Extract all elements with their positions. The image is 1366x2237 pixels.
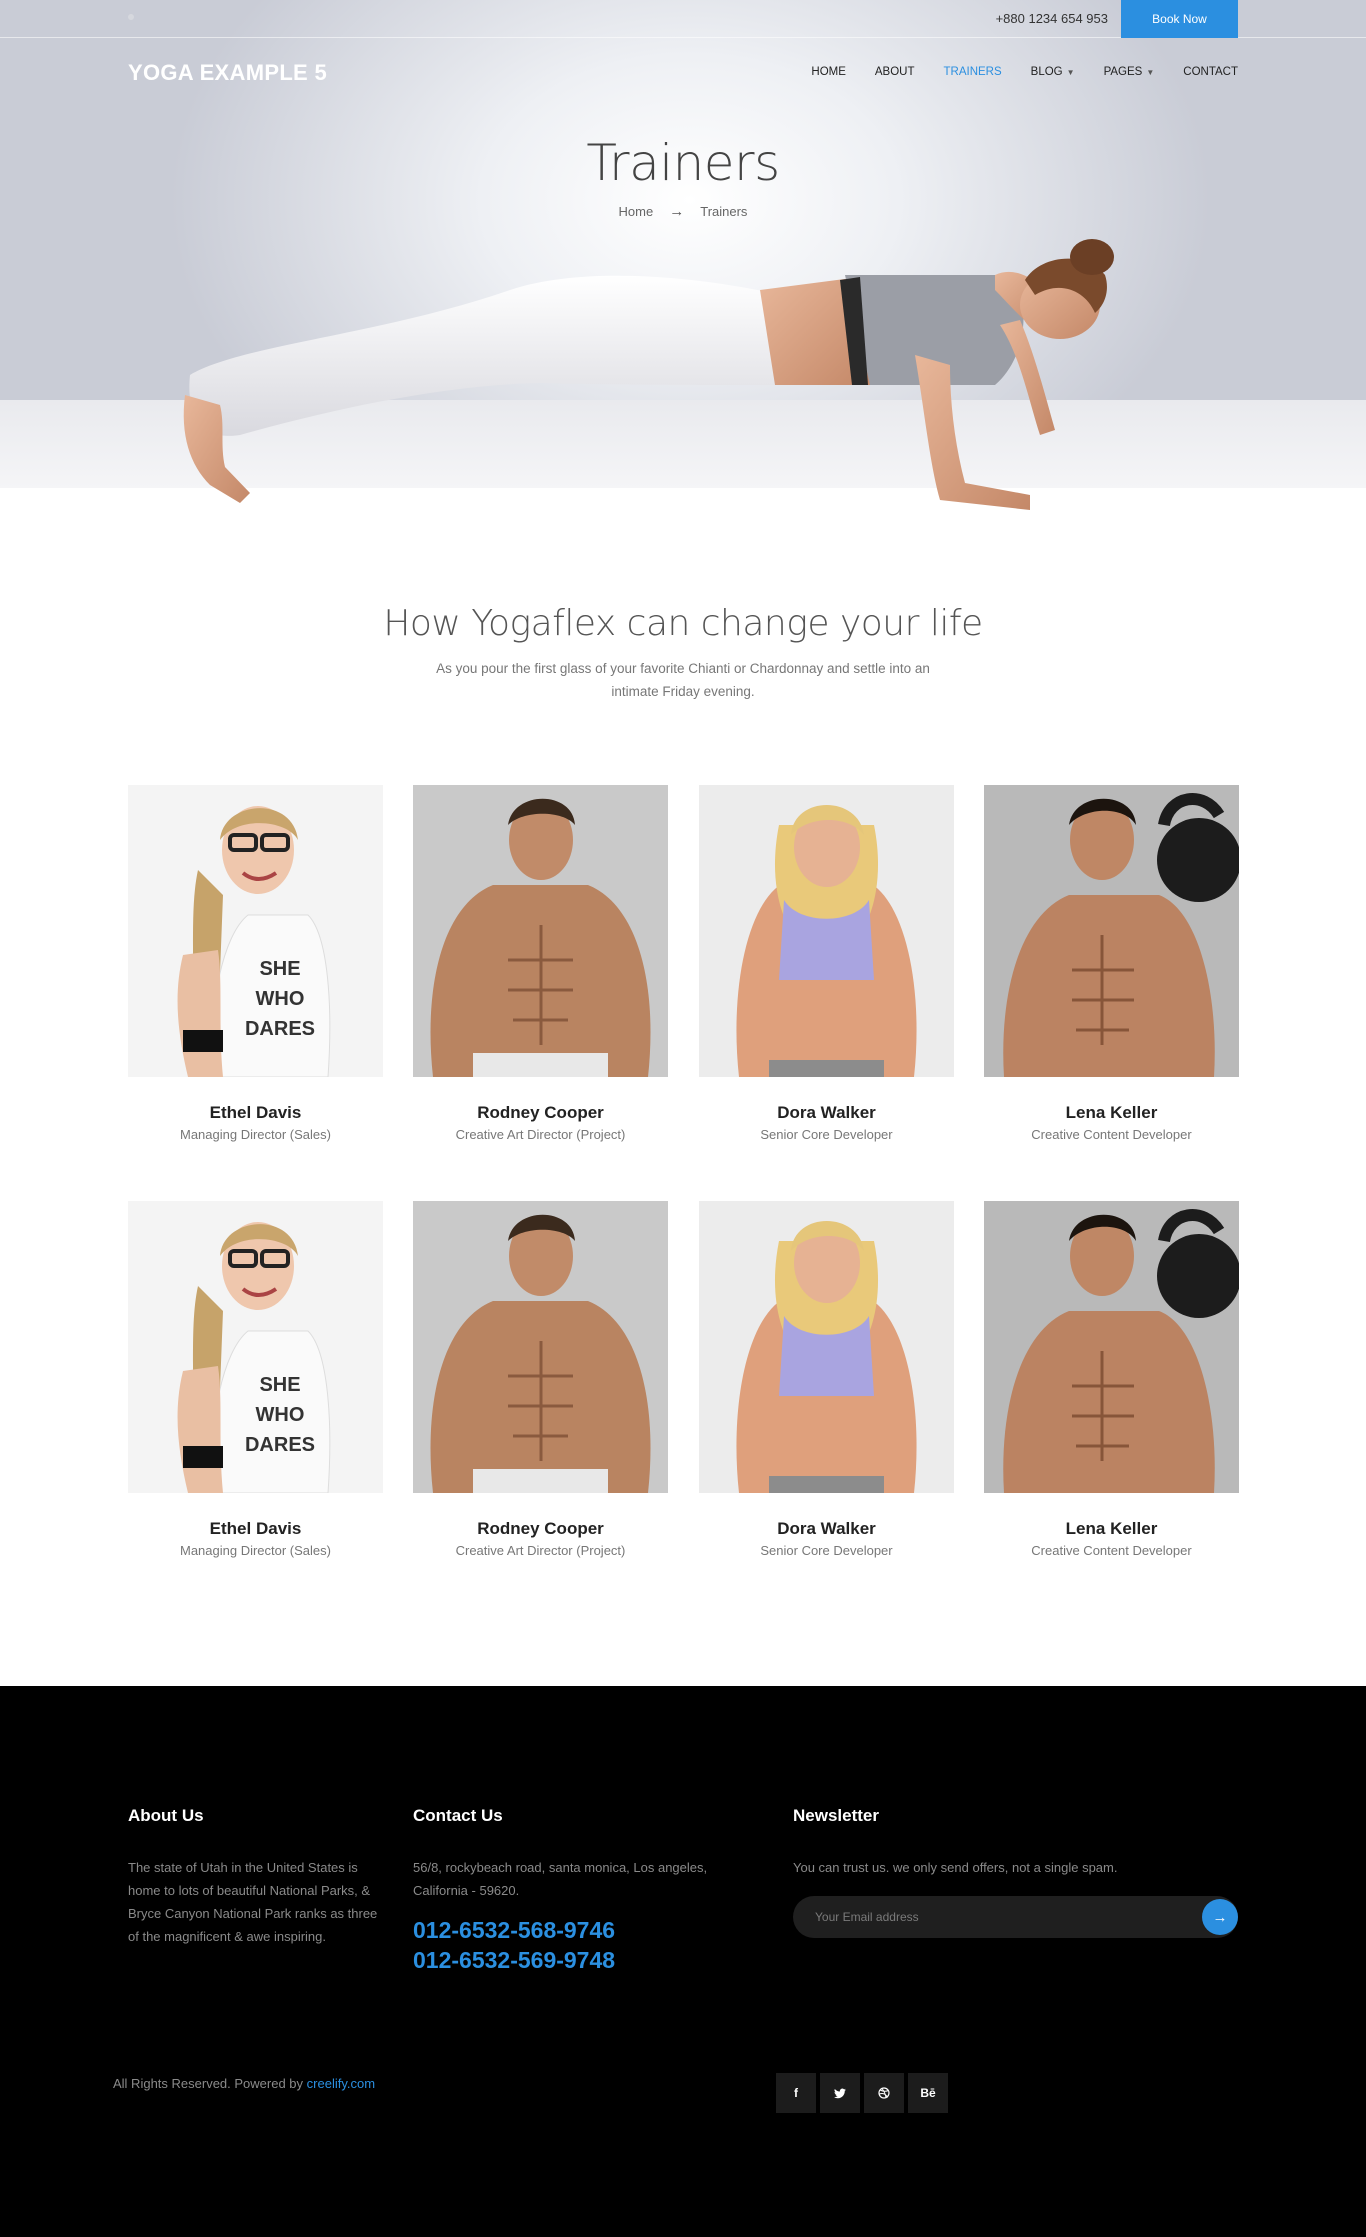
page-title: Trainers: [586, 134, 780, 192]
nav-about[interactable]: ABOUT: [875, 66, 915, 78]
nav-home[interactable]: HOME: [811, 66, 846, 78]
trainer-name: Dora Walker: [777, 1103, 876, 1122]
trainer-card[interactable]: Rodney Cooper Creative Art Director (Proj…: [413, 785, 668, 1142]
trainer-photo[interactable]: [699, 1201, 954, 1493]
trainer-card[interactable]: SHE WHO DARES Ethel Davis Managing Director …: [128, 1201, 383, 1558]
nav-trainers[interactable]: TRAINERS: [944, 66, 1002, 78]
trainer-role: Managing Director (Sales): [179, 1543, 331, 1558]
nav-contact[interactable]: CONTACT: [1183, 66, 1238, 78]
trainer-photo-art: [984, 785, 1239, 1077]
breadcrumb: Home → Trainers: [0, 203, 1366, 220]
footer-phone-2[interactable]: 012-6532-569-9748: [413, 1947, 615, 1974]
footer-phone-1[interactable]: 012-6532-568-9746: [413, 1917, 615, 1944]
trainer-card[interactable]: Rodney Cooper Creative Art Director (Proj…: [413, 1201, 668, 1558]
book-now-button[interactable]: Book Now: [1121, 0, 1238, 38]
nav-label: ABOUT: [874, 66, 915, 78]
trainer-photo[interactable]: [413, 1201, 668, 1493]
nav-label: TRAINERS: [943, 66, 1002, 78]
trainer-photo-art: SHE WHO DARES: [128, 1201, 383, 1493]
trainer-photo-art: [699, 785, 954, 1077]
copyright-text: All Rights Reserved. Powered by: [113, 2076, 304, 2091]
trainer-role: Senior Core Developer: [760, 1543, 893, 1558]
dribbble-ball-icon: [878, 2087, 890, 2099]
nav-pages[interactable]: PAGES ▼: [1104, 66, 1155, 78]
trainer-photo[interactable]: SHE WHO DARES: [128, 785, 383, 1077]
nav-label: PAGES: [1103, 66, 1143, 78]
trainer-photo[interactable]: [699, 785, 954, 1077]
newsletter-email-input[interactable]: [815, 1896, 1175, 1938]
trainer-role: Creative Content Developer: [1031, 1543, 1192, 1558]
chevron-down-icon: ▼: [1066, 67, 1075, 77]
chevron-down-icon: ▼: [1146, 67, 1155, 77]
trainer-photo[interactable]: [984, 1201, 1239, 1493]
nav-label: HOME: [811, 66, 846, 78]
trainer-name: Lena Keller: [1065, 1103, 1158, 1122]
trainer-photo-art: [413, 1201, 668, 1493]
trainer-card[interactable]: SHE WHO DARES Ethel Davis Managing Director …: [128, 785, 383, 1142]
footer-contact-address: 56/8, rockybeach road, santa monica, Los…: [413, 1860, 708, 1898]
trainer-photo-art: SHE WHO DARES: [128, 785, 383, 1077]
facebook-icon[interactable]: f: [776, 2073, 816, 2113]
nav-label: BLOG: [1030, 66, 1063, 78]
trainer-card[interactable]: Lena Keller Creative Content Developer: [984, 785, 1239, 1142]
section-subtitle: As you pour the first glass of your favo…: [436, 661, 930, 699]
trainer-photo-art: [413, 785, 668, 1077]
trainer-name: Lena Keller: [1065, 1519, 1158, 1538]
social-links: f Bē: [776, 2073, 948, 2113]
twitter-icon[interactable]: [820, 2073, 860, 2113]
footer-about-text: The state of Utah in the United States i…: [128, 1860, 378, 1944]
footer-newsletter-title: Newsletter: [793, 1806, 879, 1825]
nav-label: CONTACT: [1183, 66, 1238, 78]
newsletter-submit-button[interactable]: →: [1202, 1899, 1238, 1935]
trainer-name: Rodney Cooper: [477, 1519, 604, 1538]
top-bar: +880 1234 654 953 Book Now: [0, 0, 1366, 38]
section-title: How Yogaflex can change your life: [383, 603, 983, 644]
breadcrumb-home[interactable]: Home: [619, 204, 654, 219]
footer: [0, 1686, 1366, 2237]
dribbble-icon[interactable]: [864, 2073, 904, 2113]
trainer-name: Ethel Davis: [209, 1103, 302, 1122]
footer-contact-title: Contact Us: [413, 1806, 503, 1825]
trainer-name: Rodney Cooper: [477, 1103, 604, 1122]
trainer-role: Creative Content Developer: [1031, 1127, 1192, 1142]
breadcrumb-current: Trainers: [700, 204, 748, 219]
footer-about-title: About Us: [128, 1806, 204, 1825]
trainer-photo[interactable]: [984, 785, 1239, 1077]
arrow-right-icon: →: [1212, 1908, 1228, 1926]
footer-newsletter-text: You can trust us. we only send offers, n…: [793, 1860, 1118, 1875]
trainer-photo-art: [984, 1201, 1239, 1493]
yoga-woman-image: [183, 239, 1114, 510]
trainer-role: Managing Director (Sales): [179, 1127, 331, 1142]
newsletter-form: →: [793, 1896, 1238, 1938]
nav-blog[interactable]: BLOG ▼: [1031, 66, 1075, 78]
top-bar-dot: [128, 14, 134, 20]
trainer-card[interactable]: Dora Walker Senior Core Developer: [699, 785, 954, 1142]
trainer-card[interactable]: Dora Walker Senior Core Developer: [699, 1201, 954, 1558]
arrow-right-icon: →: [669, 203, 685, 220]
main-nav: HOME ABOUT TRAINERS BLOG ▼ PAGES ▼ CONTACT: [811, 66, 1238, 78]
twitter-bird-icon: [834, 2088, 846, 2098]
trainer-photo[interactable]: SHE WHO DARES: [128, 1201, 383, 1493]
topbar-phone: +880 1234 654 953: [995, 11, 1108, 26]
trainer-card[interactable]: Lena Keller Creative Content Developer: [984, 1201, 1239, 1558]
trainer-role: Creative Art Director (Project): [455, 1127, 626, 1142]
trainer-name: Dora Walker: [777, 1519, 876, 1538]
copyright-link[interactable]: creelify.com: [307, 2076, 375, 2091]
trainer-photo[interactable]: [413, 785, 668, 1077]
site-logo[interactable]: YOGA EXAMPLE 5: [128, 60, 327, 86]
trainer-role: Senior Core Developer: [760, 1127, 893, 1142]
trainer-photo-art: [699, 1201, 954, 1493]
behance-icon[interactable]: Bē: [908, 2073, 948, 2113]
trainer-role: Creative Art Director (Project): [455, 1543, 626, 1558]
copyright: All Rights Reserved. Powered by creelify…: [113, 2076, 375, 2091]
trainer-name: Ethel Davis: [209, 1519, 302, 1538]
